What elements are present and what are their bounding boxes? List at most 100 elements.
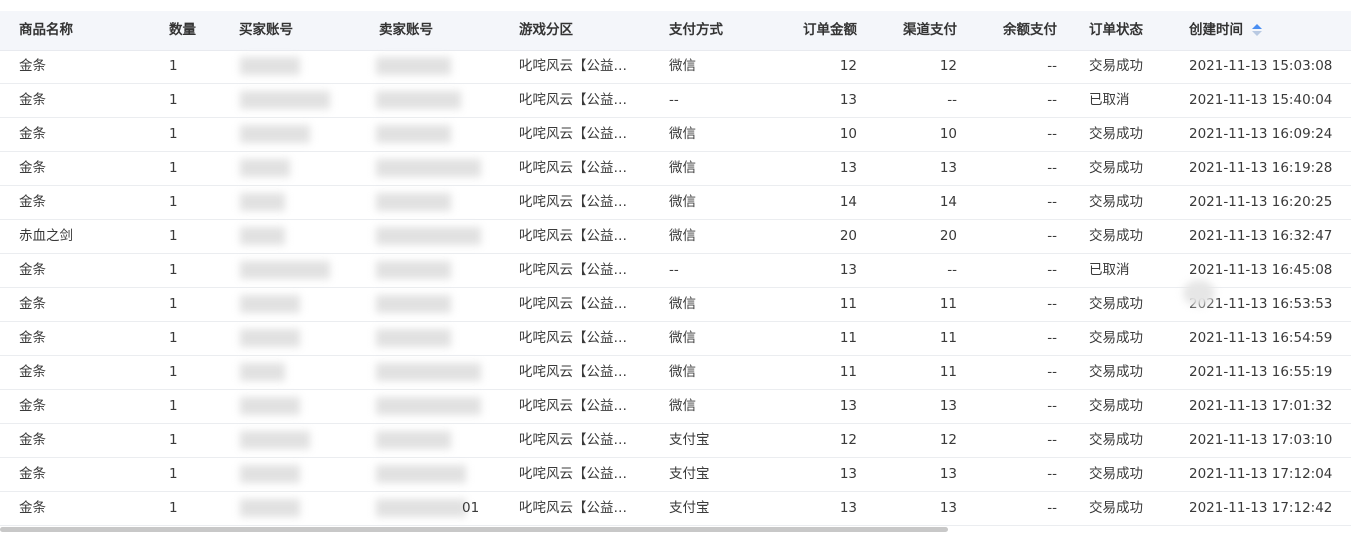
column-header-seller: 卖家账号 xyxy=(379,22,433,38)
cell-status: 交易成功 xyxy=(1089,58,1143,74)
cell-status: 交易成功 xyxy=(1089,432,1143,448)
cell-created: 2021-11-13 16:55:19 xyxy=(1189,364,1333,380)
cell-payment: 微信 xyxy=(669,398,696,414)
cell-product: 金条 xyxy=(19,364,46,380)
cell-amount: 13 xyxy=(839,92,857,108)
cell-amount: 11 xyxy=(839,364,857,380)
table-row[interactable]: 金条 1 叱咤风云【公益… 微信 10 10 -- 交易成功 2021-11-13 16:09:… xyxy=(0,118,1351,152)
cell-qty: 1 xyxy=(169,330,178,346)
seller-account-redacted xyxy=(376,261,451,279)
seller-account-redacted xyxy=(376,363,481,381)
cell-created: 2021-11-13 17:12:04 xyxy=(1189,466,1333,482)
cell-payment: 支付宝 xyxy=(669,432,710,448)
cell-qty: 1 xyxy=(169,500,178,516)
horizontal-scrollbar[interactable] xyxy=(0,527,948,532)
cell-product: 金条 xyxy=(19,58,46,74)
seller-account-redacted xyxy=(376,431,451,449)
cell-payment: 微信 xyxy=(669,160,696,176)
buyer-account-redacted xyxy=(240,91,330,109)
table-row[interactable]: 金条 1 叱咤风云【公益… 微信 14 14 -- 交易成功 2021-11-13 16:20:… xyxy=(0,186,1351,220)
sort-descending-icon[interactable] xyxy=(1252,31,1262,36)
cell-product: 金条 xyxy=(19,500,46,516)
table-row[interactable]: 金条 1 叱咤风云【公益… 微信 13 13 -- 交易成功 2021-11-13 17:01:… xyxy=(0,390,1351,424)
cell-channel: 11 xyxy=(939,296,957,312)
cell-zone: 叱咤风云【公益… xyxy=(519,262,627,278)
cell-zone: 叱咤风云【公益… xyxy=(519,330,627,346)
cell-product: 赤血之剑 xyxy=(19,228,73,244)
table-row[interactable]: 金条 1 叱咤风云【公益… 微信 13 13 -- 交易成功 2021-11-13 16:19:… xyxy=(0,152,1351,186)
column-header-zone: 游戏分区 xyxy=(519,22,573,38)
table-row[interactable]: 赤血之剑 1 叱咤风云【公益… 微信 20 20 -- 交易成功 2021-11-13 16:3… xyxy=(0,220,1351,254)
buyer-account-redacted xyxy=(240,227,285,245)
column-header-created[interactable]: 创建时间 xyxy=(1189,11,1243,50)
cell-created: 2021-11-13 15:03:08 xyxy=(1189,58,1333,74)
cell-channel: -- xyxy=(947,262,957,278)
cell-qty: 1 xyxy=(169,466,178,482)
table-row[interactable]: 金条 1 叱咤风云【公益… -- 13 -- -- 已取消 2021-11-13 16:45:0… xyxy=(0,254,1351,288)
cell-channel: 12 xyxy=(939,58,957,74)
table-row[interactable]: 金条 1 叱咤风云【公益… 微信 11 11 -- 交易成功 2021-11-13 16:54:… xyxy=(0,322,1351,356)
cell-zone: 叱咤风云【公益… xyxy=(519,58,627,74)
cell-balance: -- xyxy=(1047,58,1057,74)
cell-payment: -- xyxy=(669,92,679,108)
table-row[interactable]: 金条 1 叱咤风云【公益… 微信 12 12 -- 交易成功 2021-11-13 15:03:… xyxy=(0,50,1351,84)
cell-channel: 13 xyxy=(939,500,957,516)
seller-account-redacted xyxy=(376,91,461,109)
cell-product: 金条 xyxy=(19,160,46,176)
seller-account-redacted xyxy=(376,227,481,245)
cell-created: 2021-11-13 16:19:28 xyxy=(1189,160,1333,176)
cell-qty: 1 xyxy=(169,296,178,312)
cell-payment: 微信 xyxy=(669,126,696,142)
cell-zone: 叱咤风云【公益… xyxy=(519,398,627,414)
table-row[interactable]: 金条 1 叱咤风云【公益… 微信 11 11 -- 交易成功 2021-11-13 16:55:… xyxy=(0,356,1351,390)
cell-amount: 11 xyxy=(839,296,857,312)
table-row[interactable]: 金条 1 叱咤风云【公益… 支付宝 13 13 -- 交易成功 2021-11-13 17:12… xyxy=(0,458,1351,492)
seller-account-redacted xyxy=(376,193,451,211)
cell-zone: 叱咤风云【公益… xyxy=(519,432,627,448)
cell-channel: 10 xyxy=(939,126,957,142)
cell-product: 金条 xyxy=(19,330,46,346)
cell-zone: 叱咤风云【公益… xyxy=(519,228,627,244)
cell-amount: 13 xyxy=(839,466,857,482)
cell-amount: 13 xyxy=(839,398,857,414)
sort-caret-icon[interactable] xyxy=(1252,11,1264,50)
cell-balance: -- xyxy=(1047,330,1057,346)
cell-balance: -- xyxy=(1047,228,1057,244)
cell-amount: 12 xyxy=(839,432,857,448)
cell-balance: -- xyxy=(1047,296,1057,312)
column-header-balance: 余额支付 xyxy=(1003,22,1057,38)
table-row[interactable]: 金条 1 叱咤风云【公益… 支付宝 13 13 -- 交易成功 2021-11-13 17:12… xyxy=(0,492,1351,526)
cell-amount: 14 xyxy=(839,194,857,210)
cell-channel: 13 xyxy=(939,398,957,414)
table-row[interactable]: 金条 1 叱咤风云【公益… -- 13 -- -- 已取消 2021-11-13 15:40:0… xyxy=(0,84,1351,118)
cell-balance: -- xyxy=(1047,364,1057,380)
cell-channel: 20 xyxy=(939,228,957,244)
cell-zone: 叱咤风云【公益… xyxy=(519,92,627,108)
cell-product: 金条 xyxy=(19,398,46,414)
column-header-buyer: 买家账号 xyxy=(239,22,293,38)
table-row[interactable]: 金条 1 叱咤风云【公益… 支付宝 12 12 -- 交易成功 2021-11-13 17:03… xyxy=(0,424,1351,458)
seller-account-redacted xyxy=(376,295,451,313)
redaction-smudge xyxy=(1183,280,1215,306)
cell-payment: 微信 xyxy=(669,364,696,380)
seller-account-redacted xyxy=(376,465,466,483)
cell-balance: -- xyxy=(1047,432,1057,448)
cell-created: 2021-11-13 16:09:24 xyxy=(1189,126,1333,142)
cell-created: 2021-11-13 17:03:10 xyxy=(1189,432,1333,448)
cell-amount: 12 xyxy=(839,58,857,74)
column-header-payment: 支付方式 xyxy=(669,22,723,38)
table-body: 金条 1 叱咤风云【公益… 微信 12 12 -- 交易成功 2021-11-13 15:03:… xyxy=(0,50,1351,526)
sort-ascending-icon[interactable] xyxy=(1252,24,1262,29)
cell-balance: -- xyxy=(1047,466,1057,482)
seller-account-visible-fragment: 01 xyxy=(462,500,480,516)
buyer-account-redacted xyxy=(240,465,300,483)
cell-created: 2021-11-13 17:12:42 xyxy=(1189,500,1333,516)
buyer-account-redacted xyxy=(240,193,285,211)
cell-qty: 1 xyxy=(169,364,178,380)
seller-account-redacted xyxy=(376,397,481,415)
cell-payment: 支付宝 xyxy=(669,500,710,516)
table-row[interactable]: 金条 1 叱咤风云【公益… 微信 11 11 -- 交易成功 2021-11-13 16:53:… xyxy=(0,288,1351,322)
cell-product: 金条 xyxy=(19,262,46,278)
cell-created: 2021-11-13 16:20:25 xyxy=(1189,194,1333,210)
cell-status: 交易成功 xyxy=(1089,296,1143,312)
